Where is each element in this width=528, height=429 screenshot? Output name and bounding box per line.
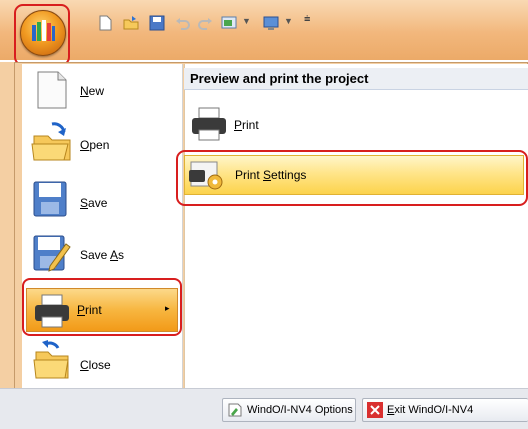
panel-label-accel: P xyxy=(234,118,243,132)
menu-label: lose xyxy=(88,358,111,372)
menu-label-accel: N xyxy=(80,84,89,98)
menu-label: ew xyxy=(88,84,105,98)
options-button[interactable]: WindO/I-NV4 Options xyxy=(222,398,356,422)
menu-label: ave xyxy=(88,196,108,210)
menu-label: s xyxy=(118,248,125,262)
redo-icon[interactable] xyxy=(196,14,214,32)
exit-button-label: Exit WindO/I-NV4 xyxy=(387,404,474,416)
customize-toolbar-icon[interactable]: ⩧ xyxy=(304,13,310,26)
save-disk-icon xyxy=(33,181,67,217)
close-folder-icon xyxy=(33,340,69,379)
menu-item-close[interactable]: Close xyxy=(24,338,180,388)
menu-item-open[interactable]: Open xyxy=(24,120,180,170)
chevron-down-icon[interactable]: ▼ xyxy=(242,16,251,26)
menu-label: Save xyxy=(80,248,111,262)
highlight-outline-print xyxy=(22,278,182,336)
menu-label-accel: O xyxy=(80,138,90,152)
save-icon[interactable] xyxy=(148,14,166,32)
new-file-icon[interactable] xyxy=(96,14,114,32)
menu-item-new[interactable]: New xyxy=(24,66,180,116)
menu-label-accel: S xyxy=(80,196,89,210)
chevron-down-icon[interactable]: ▼ xyxy=(284,16,293,26)
printer-icon xyxy=(192,107,226,141)
open-folder-icon xyxy=(31,122,71,161)
transfer-icon[interactable] xyxy=(262,14,280,32)
highlight-outline-print-settings xyxy=(176,150,528,206)
open-folder-icon[interactable] xyxy=(122,14,140,32)
highlight-outline-app-button xyxy=(14,4,70,66)
close-icon xyxy=(367,402,383,418)
screen-icon[interactable] xyxy=(220,14,238,32)
menu-left-strip xyxy=(0,62,14,388)
print-panel-header: Preview and print the project xyxy=(184,68,528,90)
menu-label-accel: A xyxy=(110,248,119,262)
undo-icon[interactable] xyxy=(174,14,192,32)
exit-button[interactable]: Exit WindO/I-NV4 xyxy=(362,398,528,422)
menu-item-save-as[interactable]: Save As xyxy=(24,228,180,278)
new-document-icon xyxy=(37,71,67,109)
menu-item-save[interactable]: Save xyxy=(24,174,180,224)
options-button-label: WindO/I-NV4 Options xyxy=(247,404,353,416)
options-icon xyxy=(228,403,242,417)
menu-label-accel: C xyxy=(80,358,89,372)
panel-label: rint xyxy=(242,118,259,132)
print-panel-item-print[interactable]: Print xyxy=(186,104,526,144)
menu-label: pen xyxy=(89,138,110,152)
save-as-icon xyxy=(33,235,71,272)
